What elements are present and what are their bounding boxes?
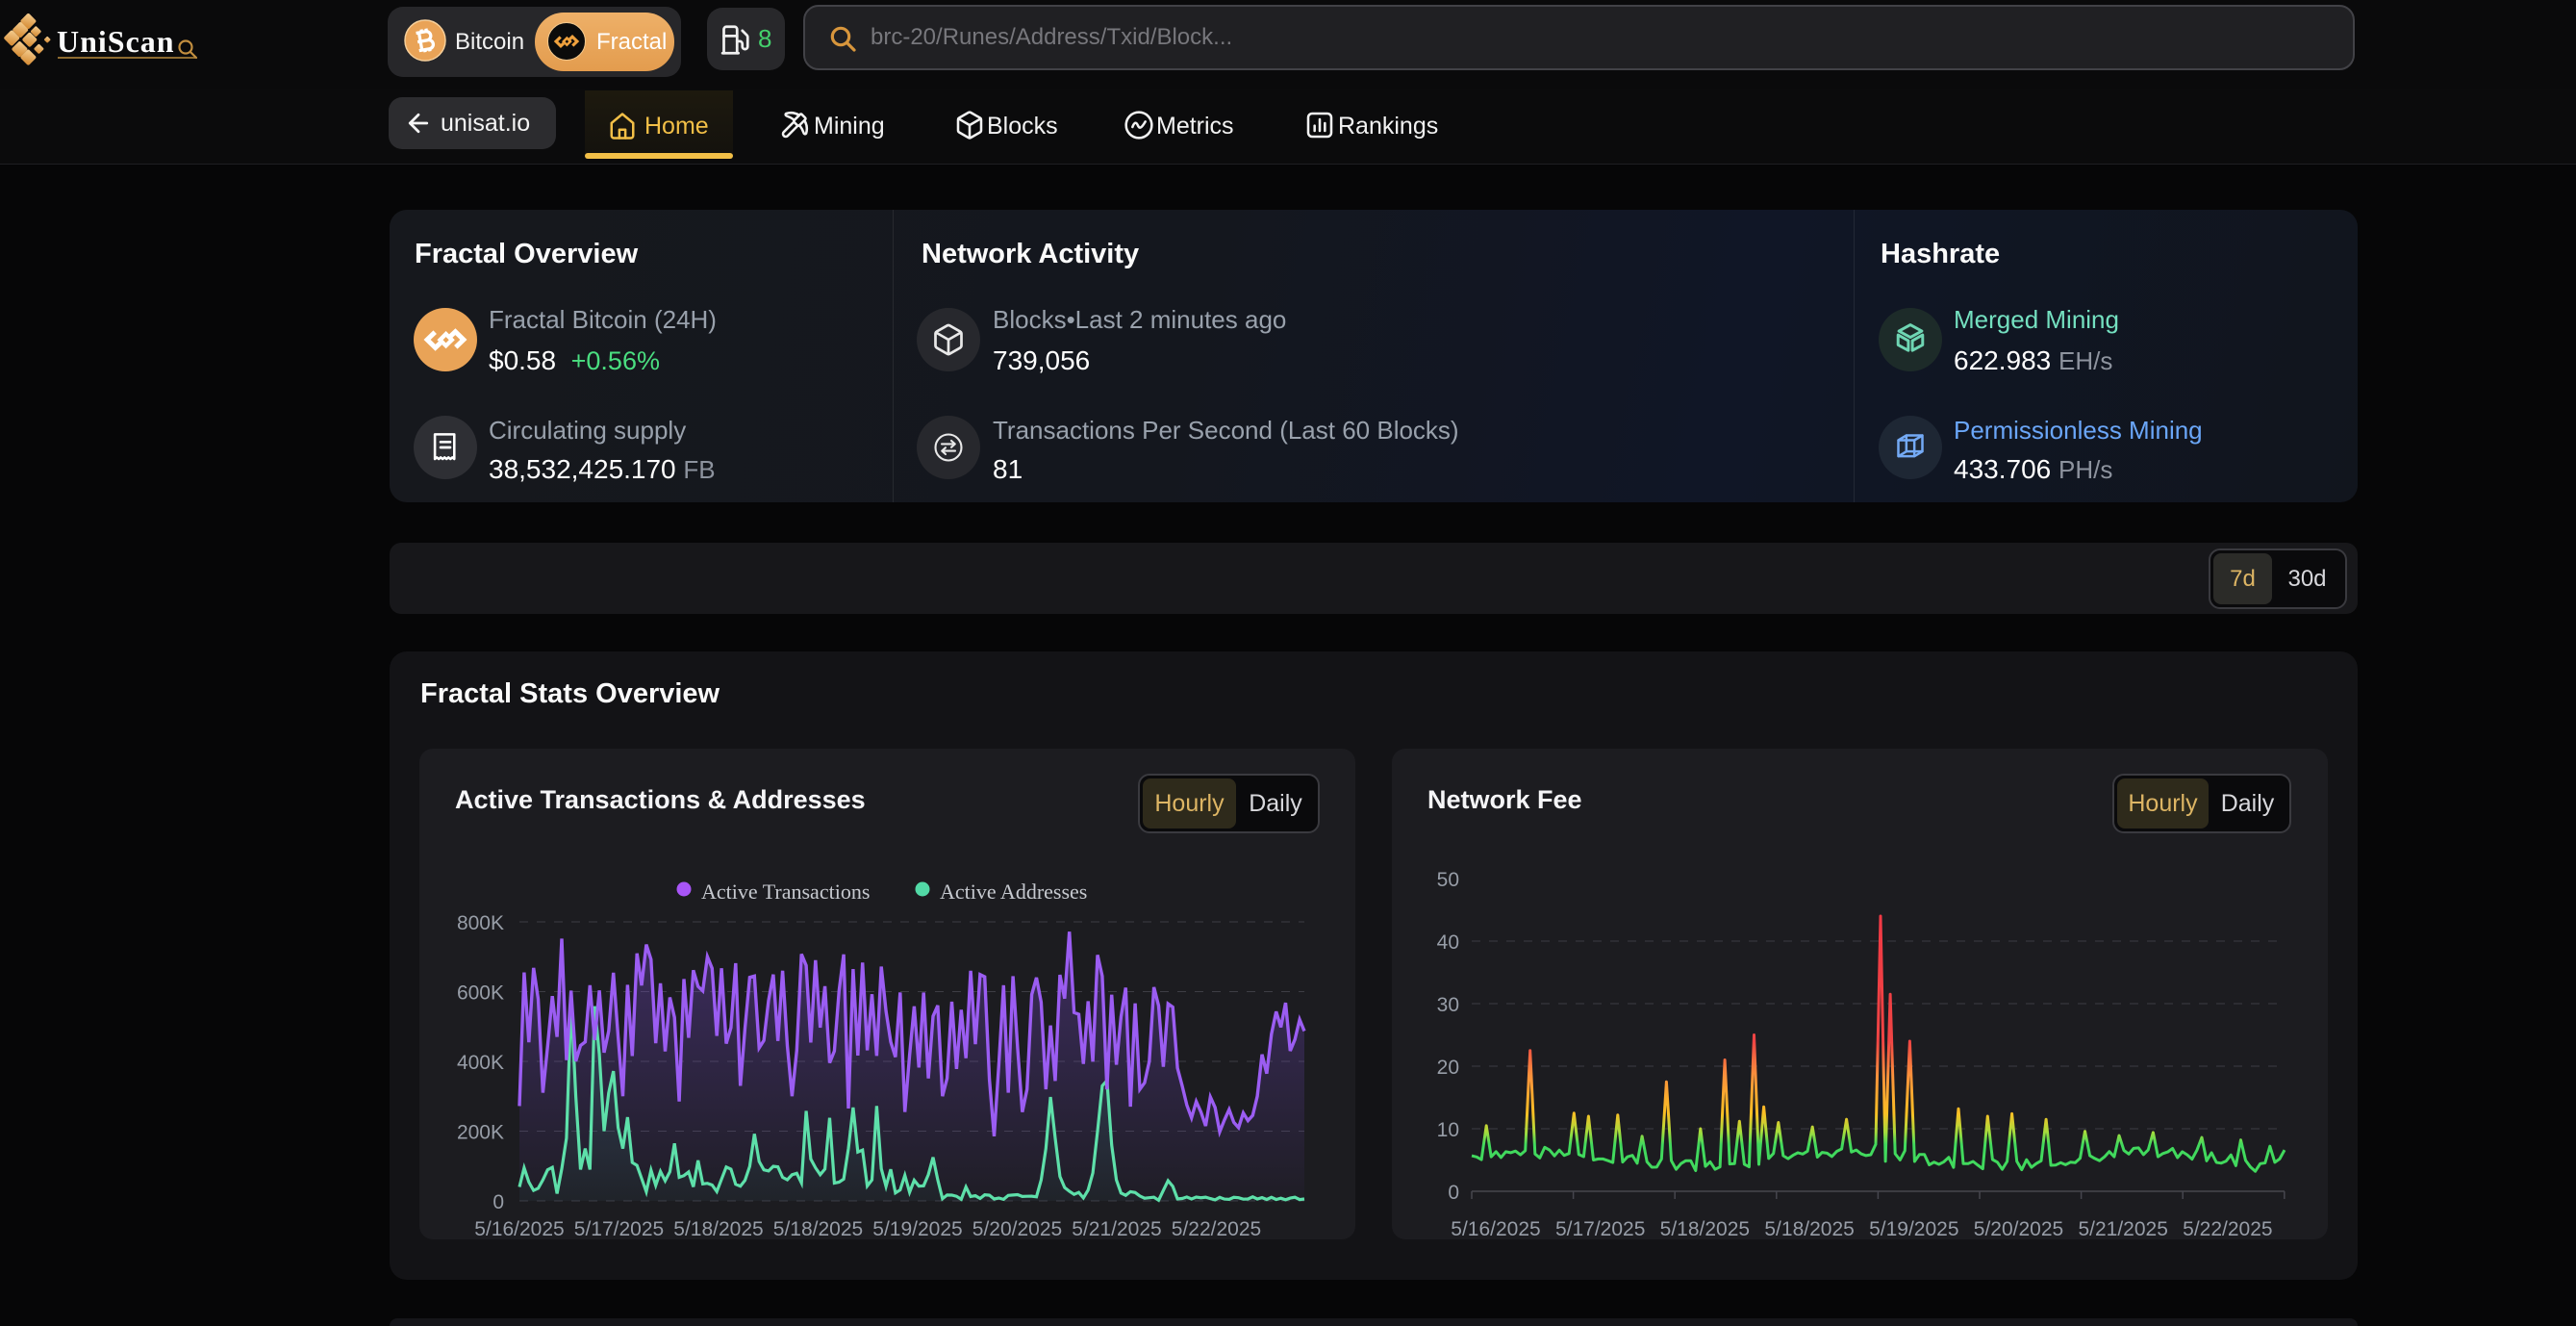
- svg-text:5/22/2025: 5/22/2025: [2183, 1218, 2272, 1239]
- svg-text:5/20/2025: 5/20/2025: [972, 1218, 1062, 1239]
- svg-text:5/20/2025: 5/20/2025: [1974, 1218, 2063, 1239]
- svg-text:5/22/2025: 5/22/2025: [1172, 1218, 1261, 1239]
- svg-text:5/17/2025: 5/17/2025: [574, 1218, 664, 1239]
- svg-text:5/21/2025: 5/21/2025: [2078, 1218, 2167, 1239]
- svg-text:0: 0: [1448, 1182, 1459, 1204]
- svg-text:5/18/2025: 5/18/2025: [673, 1218, 763, 1239]
- svg-text:30: 30: [1437, 994, 1459, 1016]
- svg-text:5/21/2025: 5/21/2025: [1072, 1218, 1161, 1239]
- svg-text:5/16/2025: 5/16/2025: [1451, 1218, 1540, 1239]
- svg-text:5/18/2025: 5/18/2025: [1660, 1218, 1750, 1239]
- svg-text:50: 50: [1437, 869, 1459, 891]
- svg-text:800K: 800K: [457, 912, 504, 934]
- svg-text:10: 10: [1437, 1119, 1459, 1141]
- svg-text:5/18/2025: 5/18/2025: [773, 1218, 863, 1239]
- svg-text:40: 40: [1437, 931, 1459, 954]
- svg-text:0: 0: [492, 1191, 504, 1213]
- svg-text:5/17/2025: 5/17/2025: [1555, 1218, 1645, 1239]
- svg-text:5/19/2025: 5/19/2025: [872, 1218, 962, 1239]
- svg-text:5/19/2025: 5/19/2025: [1869, 1218, 1958, 1239]
- svg-text:5/18/2025: 5/18/2025: [1764, 1218, 1854, 1239]
- svg-text:Active Transactions: Active Transactions: [701, 880, 870, 904]
- svg-text:400K: 400K: [457, 1052, 504, 1074]
- svg-text:Active Addresses: Active Addresses: [940, 880, 1087, 904]
- svg-text:200K: 200K: [457, 1122, 504, 1144]
- svg-text:600K: 600K: [457, 982, 504, 1005]
- svg-text:5/16/2025: 5/16/2025: [474, 1218, 564, 1239]
- svg-text:20: 20: [1437, 1057, 1459, 1079]
